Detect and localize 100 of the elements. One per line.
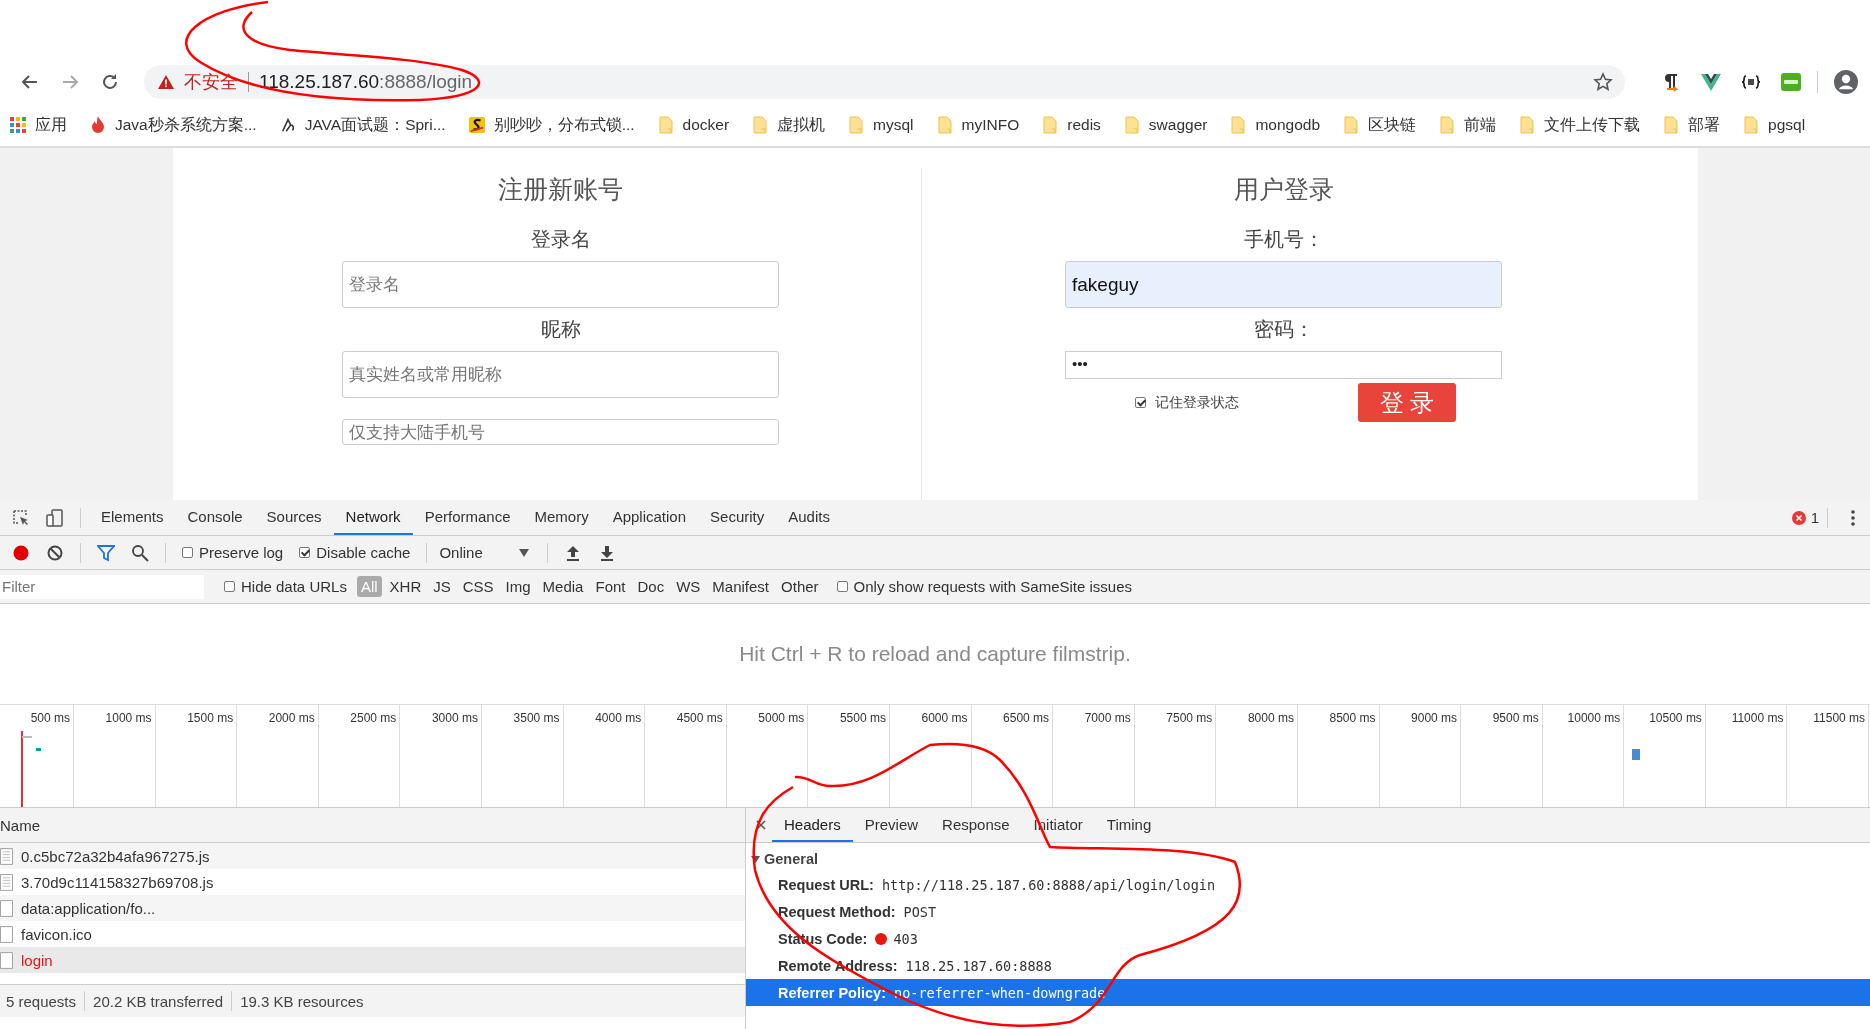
bookmark[interactable]: 区块链	[1343, 114, 1417, 136]
folder-icon	[657, 116, 674, 134]
bookmark[interactable]: mysql	[848, 116, 914, 134]
filter-field[interactable]: Filter	[0, 574, 204, 599]
checkbox[interactable]	[836, 581, 848, 592]
device-icon[interactable]	[46, 508, 64, 527]
vue-icon[interactable]	[1701, 72, 1721, 92]
folder-icon	[752, 116, 769, 134]
tick-label: 11000 ms	[1731, 711, 1784, 725]
tick-label: 7000 ms	[1084, 711, 1131, 725]
type-filter[interactable]: JS	[429, 576, 455, 597]
login-title: 用户登录	[1233, 174, 1334, 205]
request-row[interactable]: login	[0, 947, 745, 973]
json-icon[interactable]	[1741, 72, 1761, 92]
input-field[interactable]: 登录名	[342, 261, 779, 308]
error-count[interactable]: 1	[1810, 509, 1819, 526]
search-icon[interactable]	[131, 543, 149, 562]
section-header[interactable]: General	[746, 843, 1870, 871]
request-row[interactable]: 3.70d9c114158327b69708.js	[0, 869, 745, 895]
bookmark[interactable]: JAVA面试题：Spri...	[279, 114, 446, 136]
devtools-tab[interactable]: Sources	[254, 500, 334, 535]
filmstrip-hint: Hit Ctrl + R to reload and capture filmstrip.	[739, 642, 1131, 666]
request-row[interactable]: favicon.ico	[0, 921, 745, 947]
details-tab[interactable]: Headers	[772, 808, 853, 842]
devtools-tab[interactable]: Application	[600, 500, 699, 535]
devtools-tab[interactable]: Elements	[89, 500, 176, 535]
devtools-tab[interactable]: Memory	[522, 500, 601, 535]
dropdown-arrow-icon[interactable]	[519, 548, 530, 557]
reload-icon[interactable]	[100, 72, 120, 92]
folder-icon	[848, 116, 865, 134]
details-tab[interactable]: Timing	[1094, 808, 1164, 842]
inspect-icon[interactable]	[12, 508, 30, 527]
hide-data-urls-checkbox[interactable]: Hide data URLs	[224, 578, 347, 595]
type-filter[interactable]: Img	[501, 576, 535, 597]
request-row[interactable]: data:application/fo...	[0, 895, 745, 921]
cors-icon[interactable]	[1781, 72, 1801, 92]
devtools-tab[interactable]: Security	[698, 500, 777, 535]
bookmark[interactable]: 部署	[1663, 114, 1721, 136]
details-tab[interactable]: Response	[930, 808, 1022, 842]
phone-field[interactable]: fakeguy	[1065, 261, 1502, 308]
details-tab[interactable]: Preview	[852, 808, 931, 842]
bookmark[interactable]: 别吵吵，分布式锁...	[468, 114, 635, 136]
bookmark[interactable]: pgsql	[1743, 116, 1806, 134]
tick-label: 11500 ms	[1813, 711, 1866, 725]
type-filter[interactable]: WS	[672, 576, 705, 597]
remember-checkbox[interactable]: 记住登录状态	[1135, 393, 1239, 412]
clear-icon[interactable]	[46, 543, 64, 562]
disable-cache-checkbox[interactable]: Disable cache	[299, 544, 411, 561]
preserve-log-checkbox[interactable]: Preserve log	[182, 544, 284, 561]
bookmark[interactable]: 文件上传下载	[1519, 114, 1641, 136]
input-field[interactable]: 真实姓名或常用昵称	[342, 351, 779, 398]
samesite-checkbox[interactable]: Only show requests with SameSite issues	[836, 578, 1132, 595]
request-row[interactable]: 0.c5bc72a32b4afa967275.js	[0, 843, 745, 869]
header-row[interactable]: Request Method: POST	[746, 898, 1870, 925]
devtools-tab[interactable]: Network	[333, 500, 413, 535]
tick-label: 6000 ms	[921, 711, 968, 725]
devtools-tab[interactable]: Console	[175, 500, 255, 535]
bookmark[interactable]: Java秒杀系统方案...	[90, 114, 257, 136]
tick-label: 10000 ms	[1567, 711, 1621, 725]
filter-icon[interactable]	[97, 543, 115, 562]
tick-label: 2000 ms	[268, 711, 315, 725]
close-icon[interactable]	[756, 820, 766, 830]
type-filter[interactable]: Media	[538, 576, 588, 597]
type-filter[interactable]: CSS	[458, 576, 498, 597]
checkbox[interactable]	[182, 547, 193, 558]
input-field[interactable]: 仅支持大陆手机号	[342, 419, 779, 445]
checkbox[interactable]	[299, 547, 311, 558]
type-filter[interactable]: Doc	[633, 576, 669, 597]
error-icon[interactable]	[1791, 510, 1806, 525]
bookmark[interactable]: redis	[1042, 116, 1101, 134]
bookmark[interactable]: 应用	[10, 114, 67, 136]
password-field[interactable]: •••	[1065, 351, 1502, 379]
header-row[interactable]: Request URL: http://118.25.187.60:8888/api/login/login	[746, 871, 1870, 898]
bookmark[interactable]: 虚拟机	[752, 114, 826, 136]
type-filter[interactable]: Manifest	[708, 576, 774, 597]
checkbox[interactable]	[224, 581, 235, 592]
throttling-dropdown[interactable]: Online	[435, 544, 520, 561]
tick-label: 3000 ms	[431, 711, 478, 725]
devtools-tab[interactable]: Audits	[776, 500, 842, 535]
url-text: 118.25.187.60:8888/login	[259, 71, 473, 93]
status-text: 19.3 KB resources	[240, 992, 364, 1010]
star-icon[interactable]	[1593, 72, 1613, 92]
header-row[interactable]: Referrer Policy: no-referrer-when-downgrade	[746, 979, 1870, 1006]
login-button[interactable]: 登 录	[1358, 383, 1456, 422]
bookmark[interactable]: docker	[657, 116, 730, 134]
column-header[interactable]: Name	[0, 808, 745, 843]
bookmark[interactable]: myINFO	[936, 116, 1020, 134]
tick-label: 6500 ms	[1003, 711, 1050, 725]
checkbox[interactable]	[1135, 397, 1146, 408]
bookmark[interactable]: 前端	[1439, 114, 1497, 136]
status-text: 5 requests	[6, 992, 77, 1010]
type-filter[interactable]: Font	[591, 576, 630, 597]
bookmark[interactable]: swagger	[1123, 116, 1208, 134]
bookmark[interactable]: mongodb	[1230, 116, 1321, 134]
devtools-tab[interactable]: Performance	[412, 500, 523, 535]
record-icon[interactable]	[12, 543, 30, 562]
flame-icon	[90, 116, 106, 134]
type-filter[interactable]: Other	[777, 576, 823, 597]
avatar-icon[interactable]	[1834, 70, 1858, 94]
type-filter[interactable]: XHR	[385, 576, 426, 597]
